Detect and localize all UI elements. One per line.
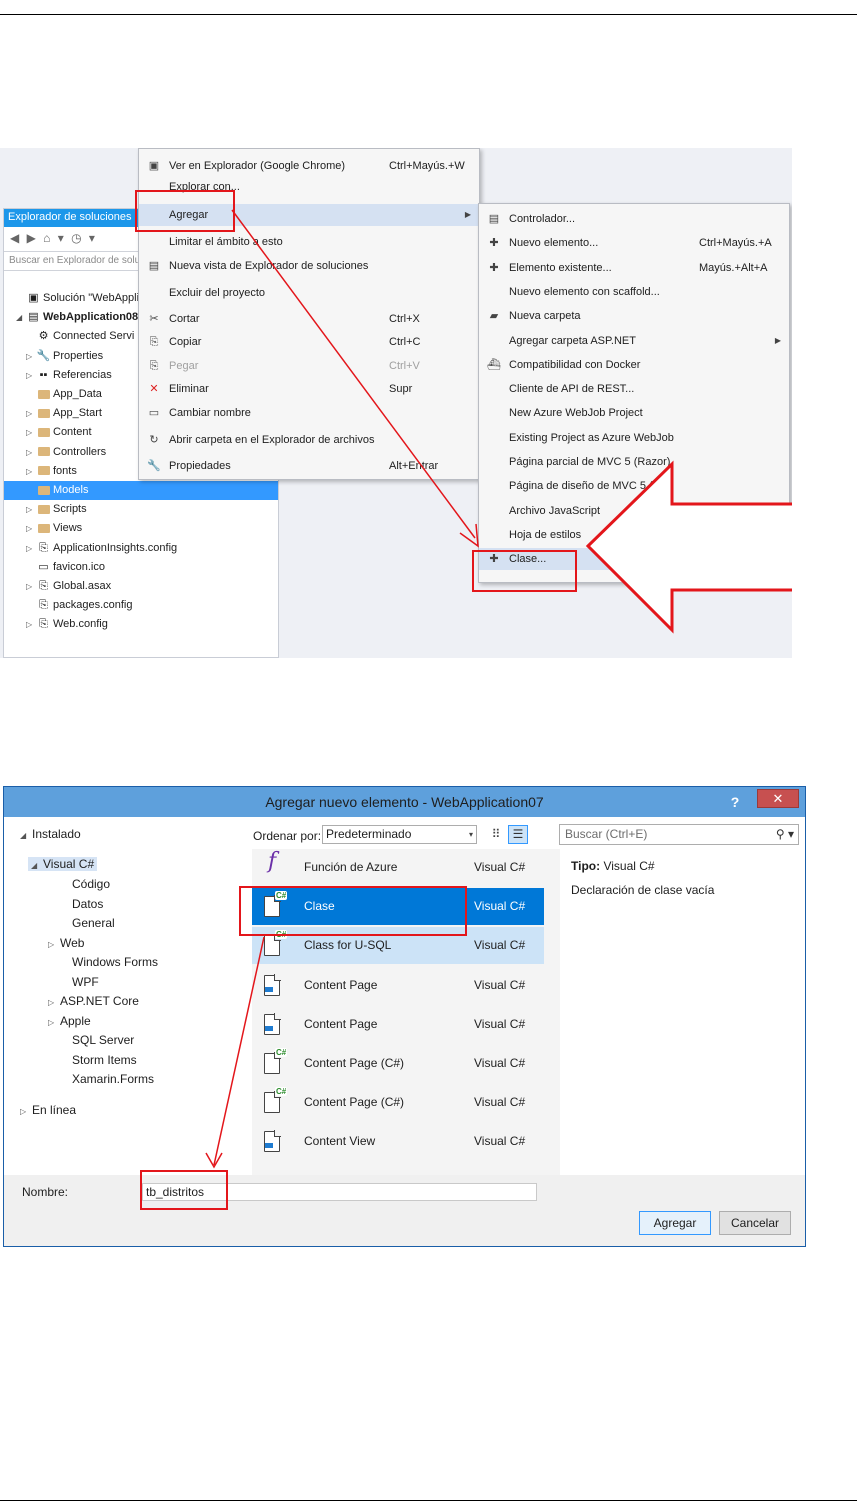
add-new-item-dialog: Agregar nuevo elemento - WebApplication0… (3, 786, 806, 1247)
agregar-highlight-box (135, 190, 235, 232)
vs-context-menu-screenshot: Explorador de soluciones ◀ ▶ ⌂ ▾ ◷ ▾ Bus… (0, 148, 792, 658)
header-rule (0, 14, 857, 15)
name-field-highlight-box (140, 1170, 228, 1210)
big-pointer-arrow (585, 460, 792, 634)
clase-highlight-box (472, 550, 577, 592)
clase-template-highlight-box (239, 886, 467, 936)
dialog-annotation-overlay (140, 886, 467, 1210)
annotation-overlay (135, 190, 792, 634)
document-page: Explorador de soluciones ◀ ▶ ⌂ ▾ ◷ ▾ Bus… (0, 0, 857, 1512)
arrow-head (459, 523, 479, 548)
footer-rule (0, 1500, 857, 1501)
arrow-line (231, 209, 476, 539)
dialog-arrow-line (213, 936, 265, 1166)
